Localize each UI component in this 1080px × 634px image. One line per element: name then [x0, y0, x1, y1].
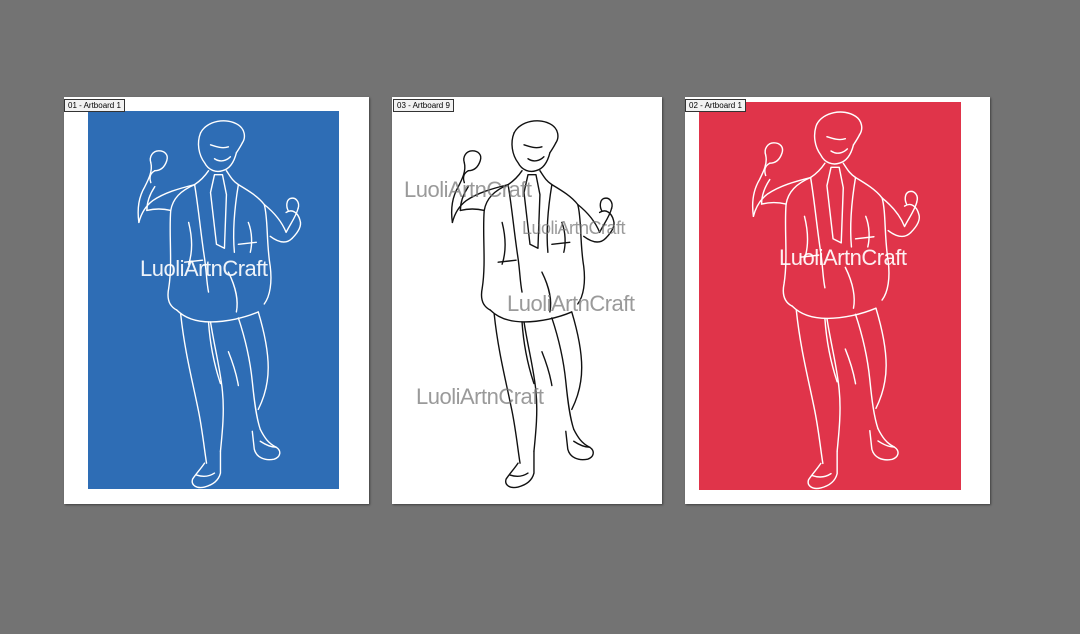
- artboard-1[interactable]: LuoliArtnCraft: [64, 97, 369, 504]
- artboard-9[interactable]: LuoliArtnCraft LuoliArtnCraft LuoliArtnC…: [392, 97, 662, 504]
- artboard-fill: [699, 102, 961, 490]
- artboard-1-print: LuoliArtnCraft: [88, 111, 339, 489]
- watermark-text: LuoliArtnCraft: [522, 218, 626, 238]
- watermark-text: LuoliArtnCraft: [416, 384, 544, 409]
- dancing-figure-illustration: [88, 111, 339, 489]
- artboard-2[interactable]: LuoliArtnCraft: [685, 97, 990, 504]
- dancing-figure-illustration: [699, 102, 961, 490]
- watermark-text: LuoliArtnCraft: [779, 245, 907, 270]
- artboard-9-label[interactable]: 03 - Artboard 9: [393, 99, 454, 112]
- artboard-1-label[interactable]: 01 - Artboard 1: [64, 99, 125, 112]
- watermark-text: LuoliArtnCraft: [507, 291, 635, 316]
- artboard-2-label[interactable]: 02 - Artboard 1: [685, 99, 746, 112]
- artboard-9-print: LuoliArtnCraft LuoliArtnCraft LuoliArtnC…: [402, 111, 652, 489]
- watermark-text: LuoliArtnCraft: [404, 177, 532, 202]
- watermark-text: LuoliArtnCraft: [140, 256, 268, 281]
- artboard-2-print: LuoliArtnCraft: [699, 102, 961, 490]
- artboard-fill: [88, 111, 339, 489]
